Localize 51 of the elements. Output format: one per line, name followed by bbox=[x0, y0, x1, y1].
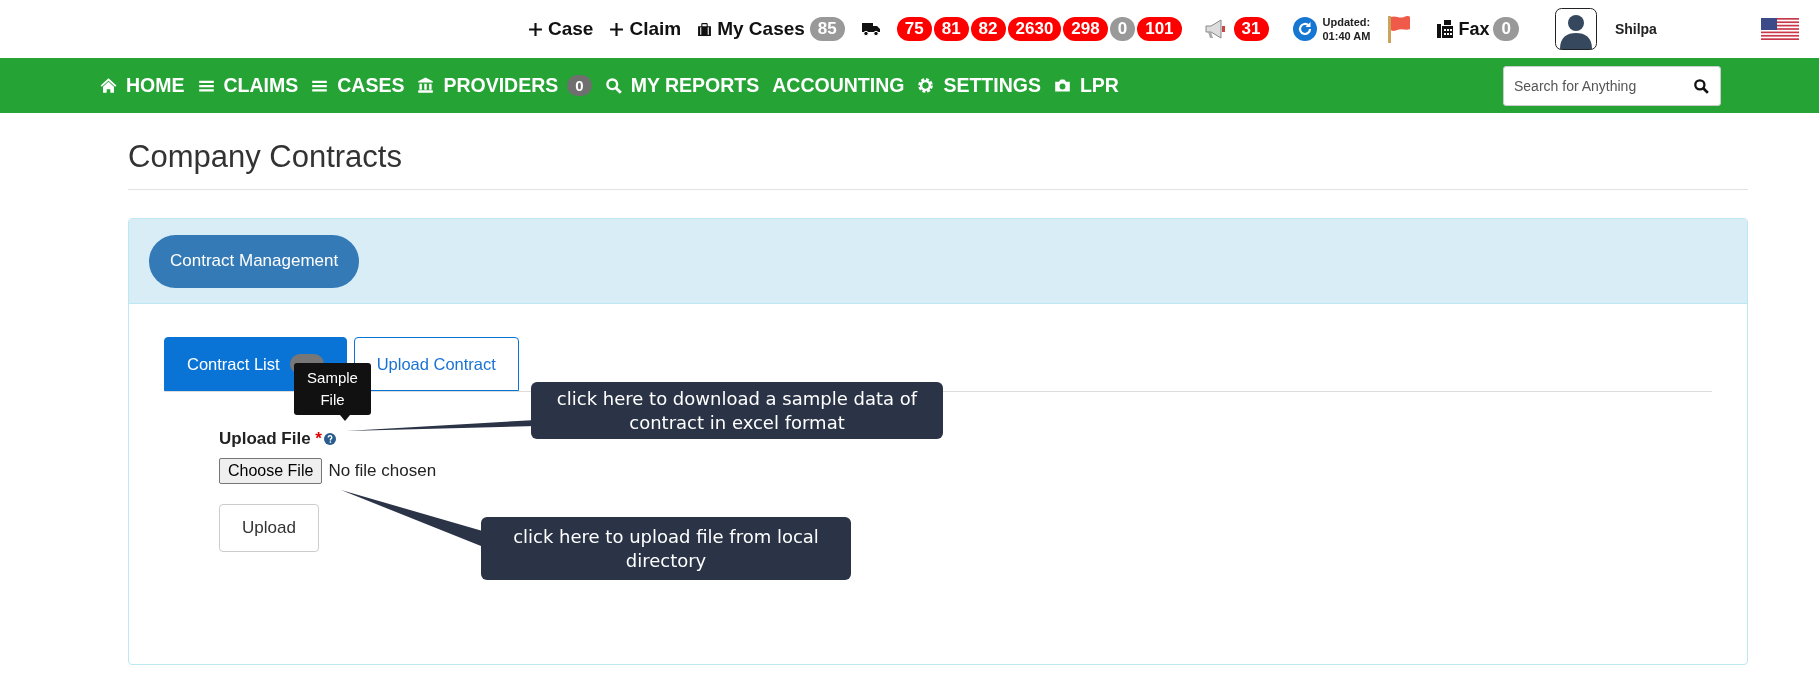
truck-icon bbox=[860, 21, 881, 37]
nav-link[interactable]: HOME bbox=[100, 74, 185, 97]
camera-icon bbox=[1053, 77, 1071, 94]
updated-label: Updated: bbox=[1322, 15, 1371, 29]
nav-link[interactable]: MY REPORTS bbox=[604, 74, 760, 97]
search-icon[interactable] bbox=[1693, 77, 1709, 94]
settings-icon bbox=[917, 77, 935, 94]
bank-icon bbox=[417, 77, 435, 94]
count-badge[interactable]: 75 bbox=[896, 17, 932, 41]
search-field[interactable]: Search for Anything bbox=[1503, 65, 1721, 106]
briefcase-icon bbox=[697, 21, 713, 37]
plus-icon bbox=[609, 21, 625, 37]
notification-badge[interactable]: 31 bbox=[1233, 17, 1269, 41]
nav-link[interactable]: CLAIMS bbox=[197, 74, 299, 97]
nav-link[interactable]: SETTINGS bbox=[917, 74, 1041, 97]
count-badge: 0 bbox=[1493, 17, 1519, 41]
quick-link[interactable]: Claim bbox=[609, 18, 682, 40]
file-status: No file chosen bbox=[328, 461, 437, 481]
choose-file-button[interactable]: Choose File bbox=[219, 458, 323, 484]
count-badge[interactable]: 101 bbox=[1137, 17, 1182, 41]
avatar-icon[interactable] bbox=[1554, 8, 1597, 50]
contract-management-button[interactable]: Contract Management bbox=[149, 234, 360, 288]
plus-icon bbox=[528, 21, 543, 37]
fax-link[interactable]: Fax 0 bbox=[1436, 17, 1519, 41]
upload-button[interactable]: Upload bbox=[219, 504, 319, 552]
search-icon bbox=[604, 77, 622, 94]
count-badge: 85 bbox=[809, 17, 845, 41]
page-title: Company Contracts bbox=[128, 139, 1748, 190]
updated-time: 01:40 AM bbox=[1322, 29, 1371, 43]
nav-link[interactable]: ACCOUNTING bbox=[772, 74, 905, 97]
refresh-icon[interactable] bbox=[1292, 17, 1317, 41]
count-badge[interactable]: 2630 bbox=[1007, 17, 1062, 41]
help-icon[interactable] bbox=[324, 433, 336, 445]
tooltip: Sample File bbox=[294, 363, 371, 423]
count-badge[interactable]: 298 bbox=[1063, 17, 1108, 41]
field-label: Upload File * bbox=[219, 429, 322, 449]
home-icon bbox=[100, 77, 117, 94]
nav-link[interactable]: LPR bbox=[1053, 74, 1119, 97]
callout: click here to upload file from local directory bbox=[341, 490, 851, 580]
count-badge[interactable]: 82 bbox=[970, 17, 1006, 41]
flag-icon[interactable] bbox=[1760, 18, 1799, 40]
count-badge: 0 bbox=[567, 75, 592, 96]
fax-icon bbox=[1436, 19, 1455, 39]
quick-link[interactable]: Case bbox=[528, 18, 594, 40]
count-badge[interactable]: 81 bbox=[933, 17, 969, 41]
nav-link[interactable]: CASES bbox=[311, 74, 405, 97]
count-badge[interactable]: 0 bbox=[1109, 17, 1136, 41]
megaphone-icon[interactable] bbox=[1203, 18, 1228, 40]
nav-link[interactable]: PROVIDERS 0 bbox=[417, 74, 592, 97]
quick-link[interactable]: My Cases 85 bbox=[697, 17, 845, 41]
user-name[interactable]: Shilpa bbox=[1614, 21, 1657, 37]
